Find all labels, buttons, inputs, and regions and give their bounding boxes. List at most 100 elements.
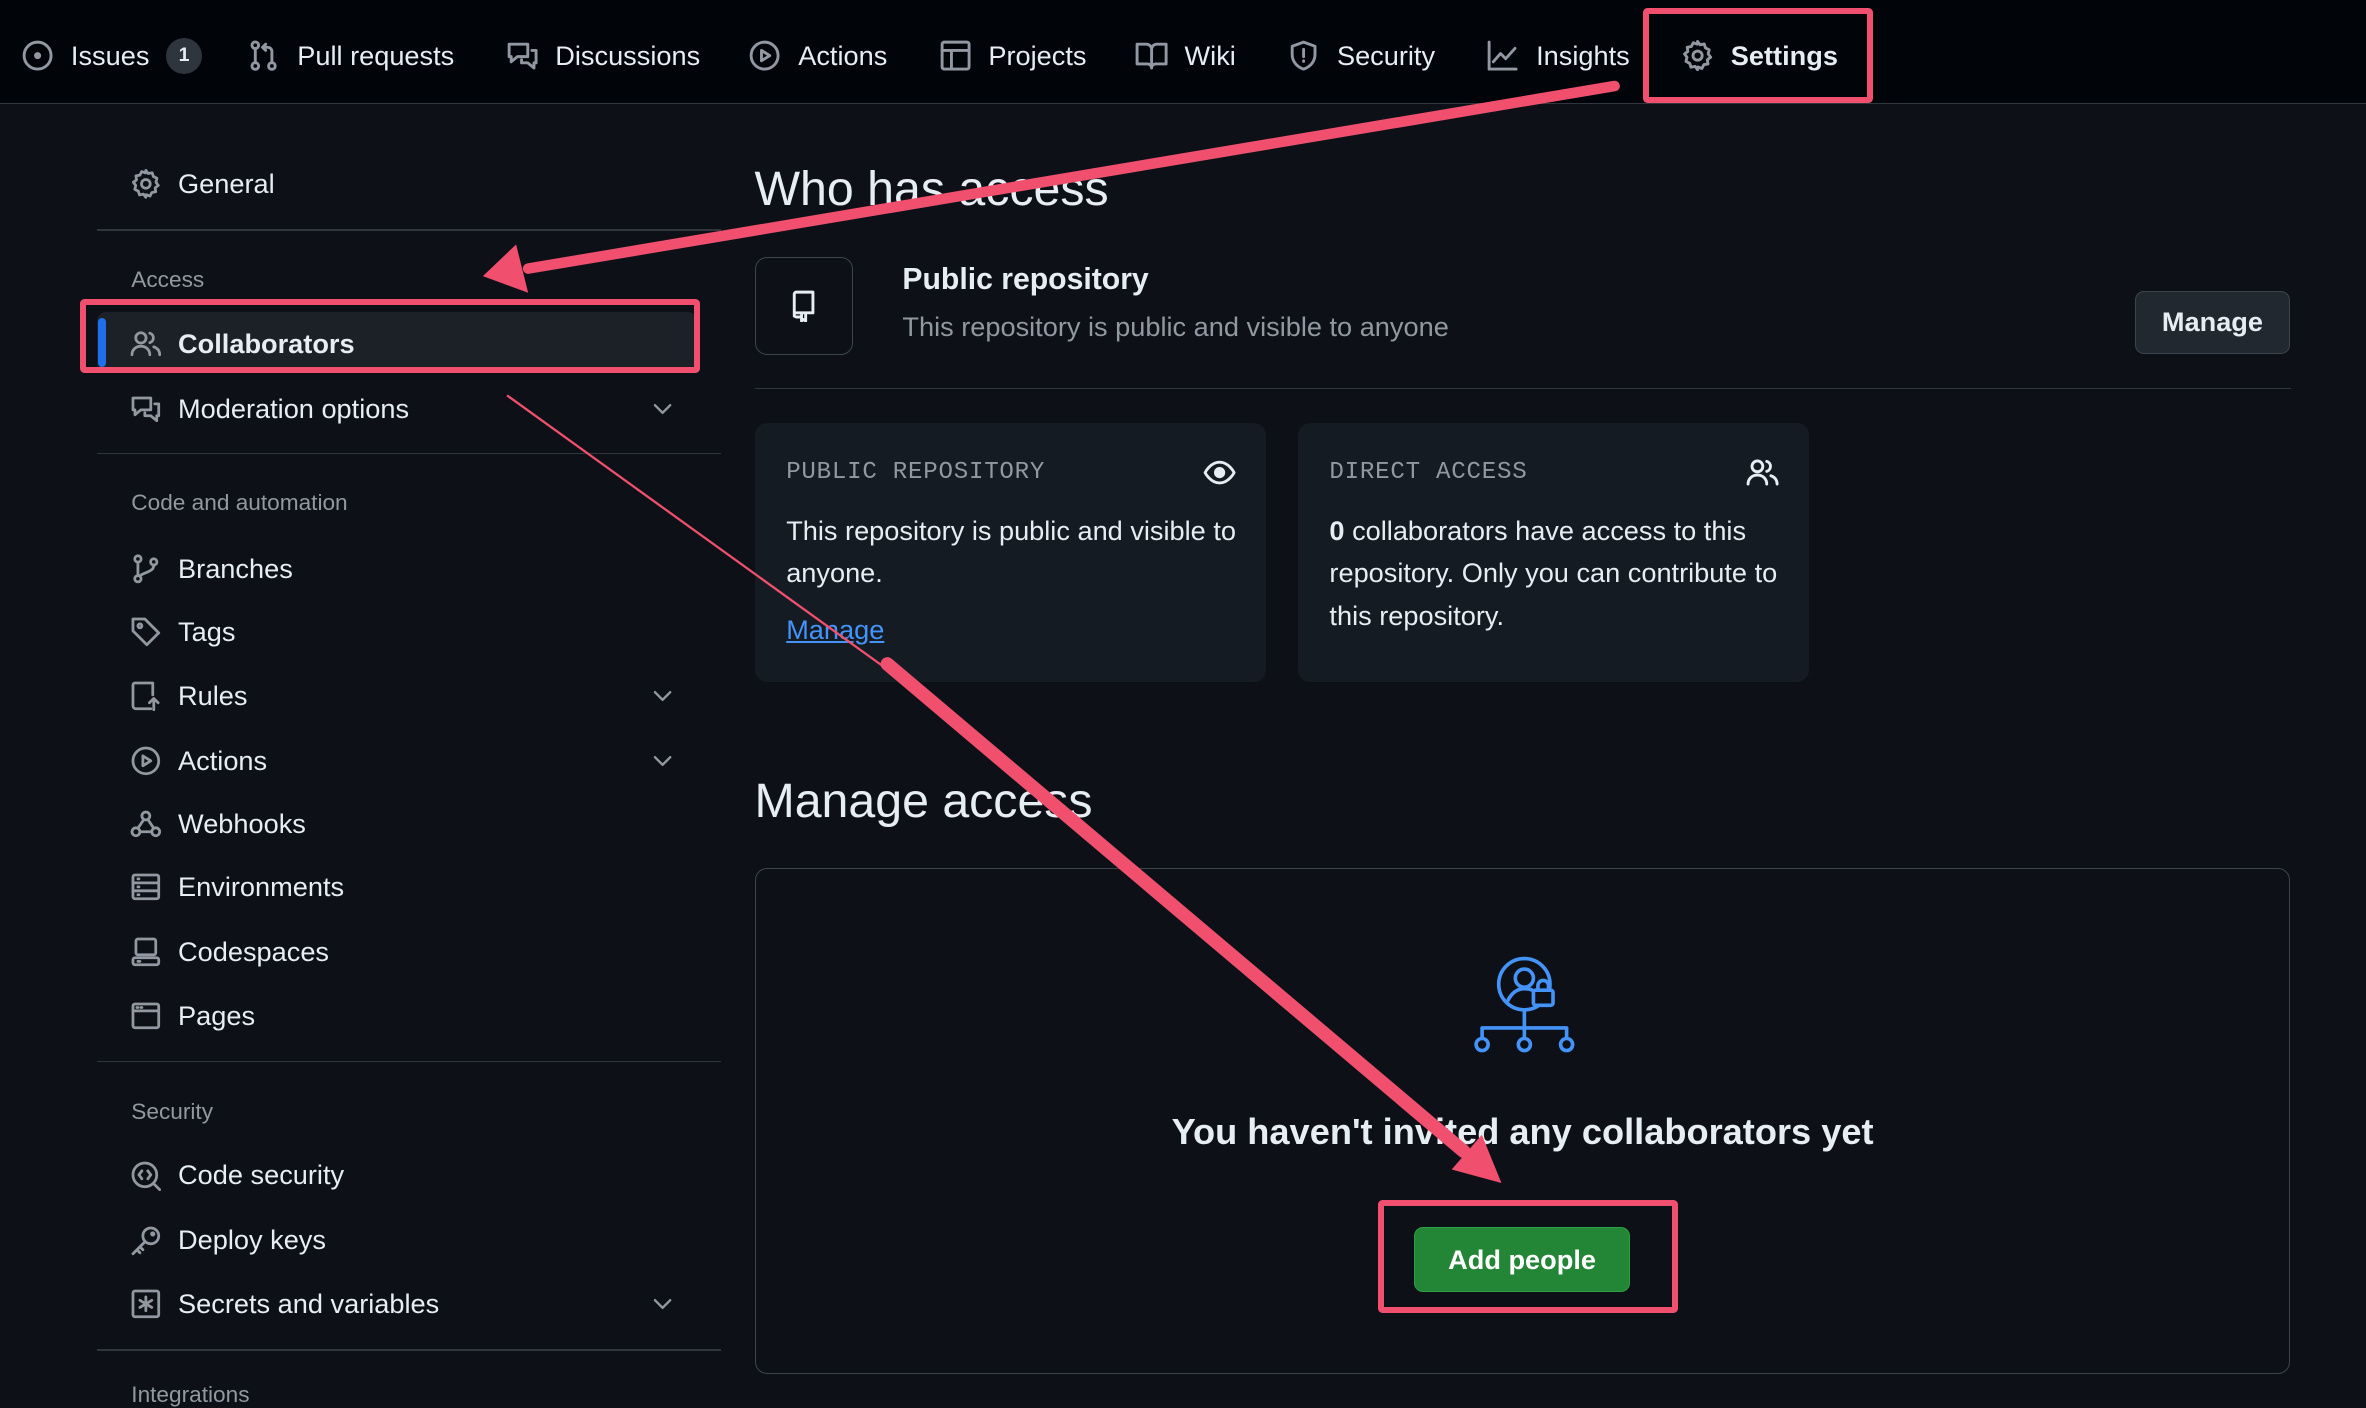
issue-opened-icon	[22, 40, 53, 71]
tab-wiki[interactable]: Wiki	[1135, 27, 1236, 84]
sidebar-divider	[96, 452, 722, 455]
sidebar-item-code-security[interactable]: Code security	[130, 1147, 691, 1204]
tag-icon	[131, 617, 160, 647]
sidebar-divider	[96, 1060, 722, 1063]
sidebar-item-deploy-keys[interactable]: Deploy keys	[130, 1212, 691, 1269]
sidebar-item-label: Collaborators	[178, 328, 355, 360]
tab-pull-requests[interactable]: Pull requests	[247, 27, 454, 84]
sidebar-item-branches[interactable]: Branches	[130, 540, 691, 597]
tab-discussions-label: Discussions	[555, 39, 701, 71]
sidebar-divider	[96, 1349, 722, 1351]
server-icon	[131, 873, 160, 901]
tab-issues[interactable]: Issues 1	[21, 27, 203, 84]
comment-discussion-icon	[131, 396, 160, 423]
sidebar-item-secrets-variables[interactable]: Secrets and variables	[130, 1275, 691, 1332]
sidebar-item-webhooks[interactable]: Webhooks	[130, 795, 691, 852]
chevron-down-icon[interactable]	[649, 747, 676, 774]
sidebar-item-tags[interactable]: Tags	[130, 604, 691, 661]
gear-icon	[1683, 40, 1713, 72]
sidebar-item-label: Moderation options	[178, 392, 410, 424]
git-pull-request-icon	[250, 40, 278, 71]
people-icon	[1746, 459, 1779, 486]
tab-security[interactable]: Security	[1287, 27, 1435, 84]
chevron-down-icon[interactable]	[649, 395, 676, 422]
repo-icon	[792, 290, 815, 323]
table-icon	[940, 40, 971, 71]
git-branch-icon	[133, 554, 159, 584]
card-label: PUBLIC REPOSITORY	[786, 458, 1046, 486]
play-icon	[750, 40, 780, 71]
codescan-icon	[131, 1161, 161, 1191]
tab-insights-label: Insights	[1536, 39, 1630, 71]
tab-insights[interactable]: Insights	[1486, 27, 1630, 84]
manage-access-title: Manage access	[754, 773, 1093, 828]
tab-actions[interactable]: Actions	[748, 27, 887, 84]
sidebar-item-environments[interactable]: Environments	[130, 859, 691, 916]
tab-discussions[interactable]: Discussions	[506, 27, 701, 84]
who-has-access-title: Who has access	[754, 162, 1109, 217]
tab-settings-label: Settings	[1730, 39, 1838, 71]
sidebar-section-access: Access	[131, 267, 205, 293]
gear-icon	[131, 169, 160, 199]
tab-issues-label: Issues	[70, 39, 150, 71]
sidebar-item-label: Actions	[178, 744, 268, 776]
sidebar-item-label: Branches	[178, 552, 293, 584]
shield-icon	[1290, 40, 1317, 71]
sidebar-selected-indicator	[98, 318, 106, 367]
repo-icon-box	[754, 256, 854, 356]
sidebar-item-actions[interactable]: Actions	[130, 732, 691, 789]
tab-projects[interactable]: Projects	[939, 27, 1086, 84]
sidebar-item-label: Environments	[178, 871, 345, 903]
sidebar-item-label: Tags	[178, 616, 236, 648]
section-divider	[754, 387, 2291, 390]
book-icon	[1135, 42, 1168, 70]
eye-icon	[1203, 460, 1236, 485]
sidebar-item-codespaces[interactable]: Codespaces	[130, 924, 691, 981]
issues-counter: 1	[166, 37, 203, 74]
add-people-button[interactable]: Add people	[1413, 1226, 1631, 1293]
chevron-down-icon[interactable]	[649, 682, 676, 709]
card-text: 0 collaborators have access to this repo…	[1329, 510, 1782, 637]
people-icon	[130, 331, 161, 357]
arrowhead-collaborators	[482, 244, 529, 293]
browser-icon	[131, 1002, 160, 1029]
tab-settings[interactable]: Settings	[1681, 27, 1838, 84]
person-lock-icon	[1473, 956, 1575, 1053]
sidebar-section-code-automation: Code and automation	[131, 490, 348, 516]
public-repository-card: PUBLIC REPOSITORY This repository is pub…	[754, 422, 1267, 683]
repo-visibility-desc: This repository is public and visible to…	[902, 310, 1449, 342]
webhook-icon	[130, 810, 161, 838]
sidebar-item-general[interactable]: General	[130, 155, 691, 212]
chevron-down-icon[interactable]	[649, 1290, 676, 1317]
sidebar-item-label: Webhooks	[178, 807, 306, 839]
repo-visibility-title: Public repository	[902, 262, 1149, 296]
tab-pull-requests-label: Pull requests	[297, 39, 455, 71]
sidebar-item-pages[interactable]: Pages	[130, 987, 691, 1044]
card-text-body: collaborators have access to this reposi…	[1329, 515, 1778, 631]
sidebar-item-moderation-options[interactable]: Moderation options	[130, 380, 691, 437]
empty-state-title: You haven't invited any collaborators ye…	[1171, 1110, 1874, 1152]
key-icon	[131, 1226, 160, 1255]
sidebar-section-integrations: Integrations	[131, 1382, 250, 1408]
repo-nav: Issues 1 Pull requests Discussions Actio…	[0, 0, 2366, 104]
tab-wiki-label: Wiki	[1184, 39, 1236, 71]
manage-visibility-button[interactable]: Manage	[2135, 291, 2290, 354]
key-asterisk-icon	[131, 1289, 160, 1319]
sidebar-item-label: Pages	[178, 999, 256, 1031]
sidebar-item-collaborators[interactable]: Collaborators	[130, 315, 691, 372]
graph-icon	[1488, 40, 1518, 71]
direct-access-card: DIRECT ACCESS 0 collaborators have acces…	[1297, 422, 1810, 683]
sidebar-item-label: Code security	[178, 1159, 345, 1191]
collaborator-count: 0	[1329, 515, 1345, 547]
manage-link[interactable]: Manage	[786, 614, 884, 646]
sidebar-item-label: Rules	[178, 679, 248, 711]
sidebar-section-security: Security	[131, 1098, 214, 1124]
tab-actions-label: Actions	[798, 39, 888, 71]
tab-security-label: Security	[1336, 39, 1436, 71]
play-icon	[131, 746, 160, 775]
card-text: This repository is public and visible to…	[786, 515, 1236, 589]
sidebar-item-label: Deploy keys	[178, 1224, 326, 1256]
codespaces-icon	[131, 937, 160, 967]
sidebar-item-rules[interactable]: Rules	[130, 667, 691, 724]
comment-discussion-icon	[507, 42, 538, 70]
